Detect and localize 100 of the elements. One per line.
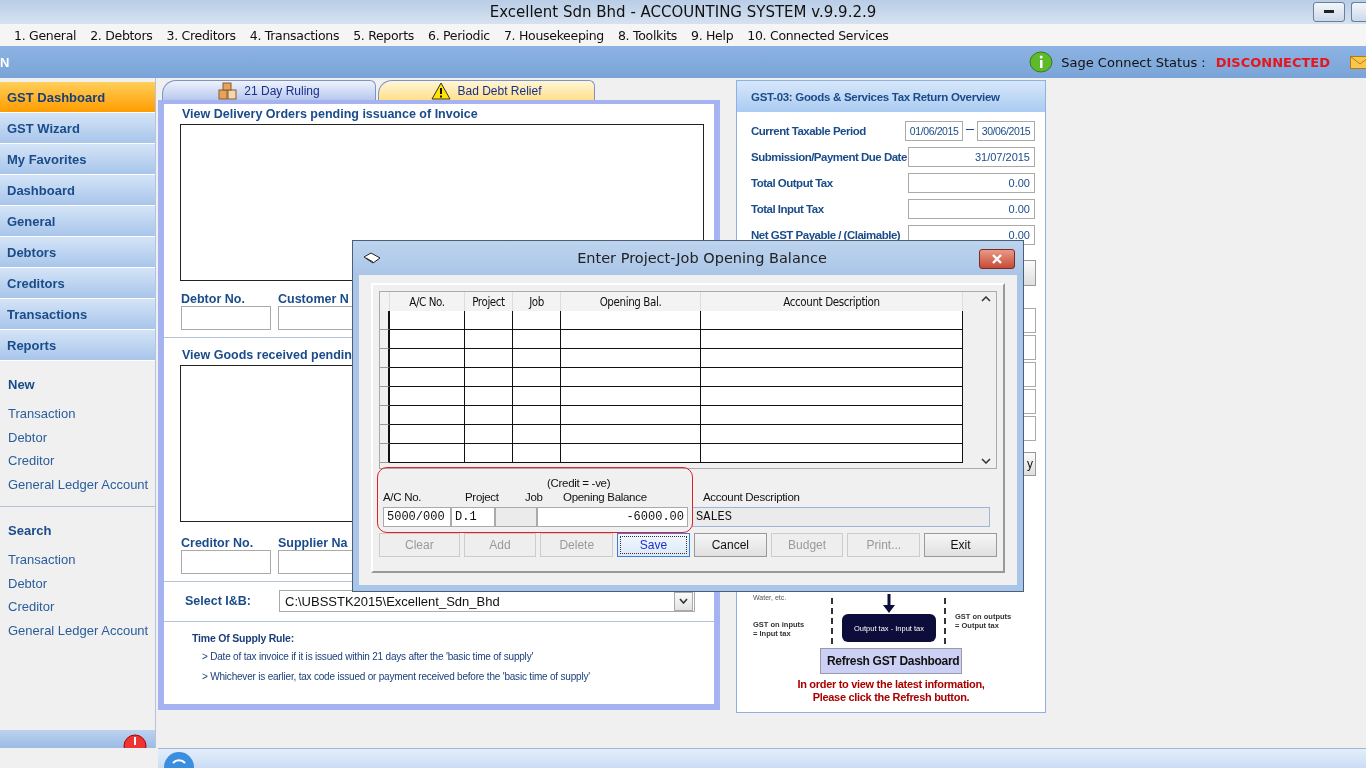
sidebar-item[interactable]: My Favorites <box>0 144 155 175</box>
scroll-down-icon[interactable] <box>981 458 991 464</box>
table-cell[interactable] <box>701 311 963 330</box>
menu-item[interactable]: 10. Connected Services <box>747 27 889 43</box>
sidebar-link[interactable]: Creditor <box>0 599 155 623</box>
sidebar-item[interactable]: Reports <box>0 330 155 361</box>
menu-item[interactable]: 9. Help <box>691 27 734 43</box>
table-cell[interactable] <box>465 406 513 425</box>
menu-item[interactable]: 6. Periodic <box>428 27 490 43</box>
input-field[interactable]: D.1 <box>451 507 495 527</box>
input-field[interactable] <box>181 550 271 574</box>
input-field[interactable]: -6000.00 <box>537 507 688 527</box>
sidebar-link[interactable]: General Ledger Account <box>0 622 155 646</box>
table-cell[interactable] <box>513 425 561 444</box>
input-field[interactable] <box>181 306 271 330</box>
table-cell[interactable] <box>390 444 465 463</box>
table-cell[interactable] <box>513 406 561 425</box>
table-cell[interactable] <box>390 368 465 387</box>
table-cell[interactable] <box>513 444 561 463</box>
table-cell[interactable] <box>701 425 963 444</box>
sidebar-item[interactable]: Transactions <box>0 299 155 330</box>
row-header[interactable] <box>380 444 390 463</box>
table-cell[interactable] <box>561 406 701 425</box>
table-cell[interactable] <box>561 425 701 444</box>
dialog-button[interactable]: Save <box>617 533 690 557</box>
power-icon[interactable] <box>123 734 147 748</box>
table-cell[interactable] <box>513 311 561 330</box>
table-cell[interactable] <box>513 368 561 387</box>
sidebar-link[interactable]: General Ledger Account <box>0 476 155 500</box>
menu-item[interactable]: 2. Debtors <box>90 27 153 43</box>
table-cell[interactable] <box>561 311 701 330</box>
sidebar-item[interactable]: General <box>0 206 155 237</box>
sidebar-link[interactable]: Transaction <box>0 406 155 430</box>
balance-grid[interactable]: A/C No. Project Job Opening Bal. Account Description <box>379 291 997 469</box>
menu-item[interactable]: 5. Reports <box>353 27 414 43</box>
table-cell[interactable] <box>701 330 963 349</box>
table-cell[interactable] <box>465 349 513 368</box>
row-header[interactable] <box>380 330 390 349</box>
table-cell[interactable] <box>513 349 561 368</box>
close-button[interactable] <box>979 249 1015 269</box>
table-cell[interactable] <box>561 387 701 406</box>
minimize-button[interactable] <box>1313 2 1345 22</box>
table-cell[interactable] <box>465 368 513 387</box>
maximize-button[interactable] <box>1351 2 1366 22</box>
sidebar-item[interactable]: Debtors <box>0 237 155 268</box>
table-cell[interactable] <box>390 349 465 368</box>
sidebar-link[interactable]: Debtor <box>0 575 155 599</box>
table-cell[interactable] <box>561 368 701 387</box>
table-cell[interactable] <box>390 311 465 330</box>
row-header[interactable] <box>380 311 390 330</box>
date-field[interactable]: 01/06/2015 <box>905 121 964 141</box>
value-field[interactable]: 0.00 <box>908 199 1035 219</box>
sidebar-item[interactable]: Dashboard <box>0 175 155 206</box>
menu-item[interactable]: 8. Toolkits <box>617 27 677 43</box>
table-cell[interactable] <box>465 425 513 444</box>
button-edge[interactable]: y <box>1024 452 1036 476</box>
table-cell[interactable] <box>465 330 513 349</box>
menu-item[interactable]: 1. General <box>14 27 77 43</box>
row-header[interactable] <box>380 425 390 444</box>
dialog-button[interactable]: Exit <box>924 533 997 557</box>
tab[interactable]: 21 Day Ruling <box>162 80 376 100</box>
table-cell[interactable] <box>701 349 963 368</box>
menu-item[interactable]: 3. Creditors <box>166 27 236 43</box>
table-cell[interactable] <box>561 349 701 368</box>
input-field[interactable]: 5000/000 <box>383 507 451 527</box>
scroll-up-icon[interactable] <box>981 296 991 302</box>
sidebar-link[interactable]: Debtor <box>0 429 155 453</box>
table-cell[interactable] <box>465 444 513 463</box>
value-field[interactable]: 0.00 <box>908 173 1035 193</box>
value-field[interactable]: 31/07/2015 <box>908 147 1035 167</box>
table-cell[interactable] <box>701 406 963 425</box>
table-cell[interactable] <box>513 330 561 349</box>
table-cell[interactable] <box>390 406 465 425</box>
table-cell[interactable] <box>390 425 465 444</box>
row-header[interactable] <box>380 406 390 425</box>
sidebar-link[interactable]: Creditor <box>0 453 155 477</box>
feed-icon[interactable] <box>164 751 194 768</box>
tab[interactable]: Bad Debt Relief <box>378 80 595 100</box>
table-cell[interactable] <box>465 387 513 406</box>
table-cell[interactable] <box>701 387 963 406</box>
table-cell[interactable] <box>701 444 963 463</box>
table-cell[interactable] <box>701 368 963 387</box>
sidebar-item[interactable]: GST Dashboard <box>0 82 155 113</box>
menu-item[interactable]: 4. Transactions <box>249 27 340 43</box>
sidebar-item[interactable]: Creditors <box>0 268 155 299</box>
sidebar-link[interactable]: Transaction <box>0 552 155 576</box>
row-header[interactable] <box>380 368 390 387</box>
menu-item[interactable]: 7. Housekeeping <box>503 27 604 43</box>
row-header[interactable] <box>380 349 390 368</box>
button-edge[interactable] <box>1024 260 1036 286</box>
table-cell[interactable] <box>465 311 513 330</box>
table-cell[interactable] <box>561 444 701 463</box>
row-header[interactable] <box>380 387 390 406</box>
table-cell[interactable] <box>390 387 465 406</box>
table-cell[interactable] <box>390 330 465 349</box>
refresh-button[interactable]: Refresh GST Dashboard <box>820 648 962 674</box>
sidebar-item[interactable]: GST Wizard <box>0 113 155 144</box>
table-cell[interactable] <box>561 330 701 349</box>
date-field[interactable]: 30/06/2015 <box>977 121 1035 141</box>
dialog-button[interactable]: Cancel <box>693 533 767 557</box>
